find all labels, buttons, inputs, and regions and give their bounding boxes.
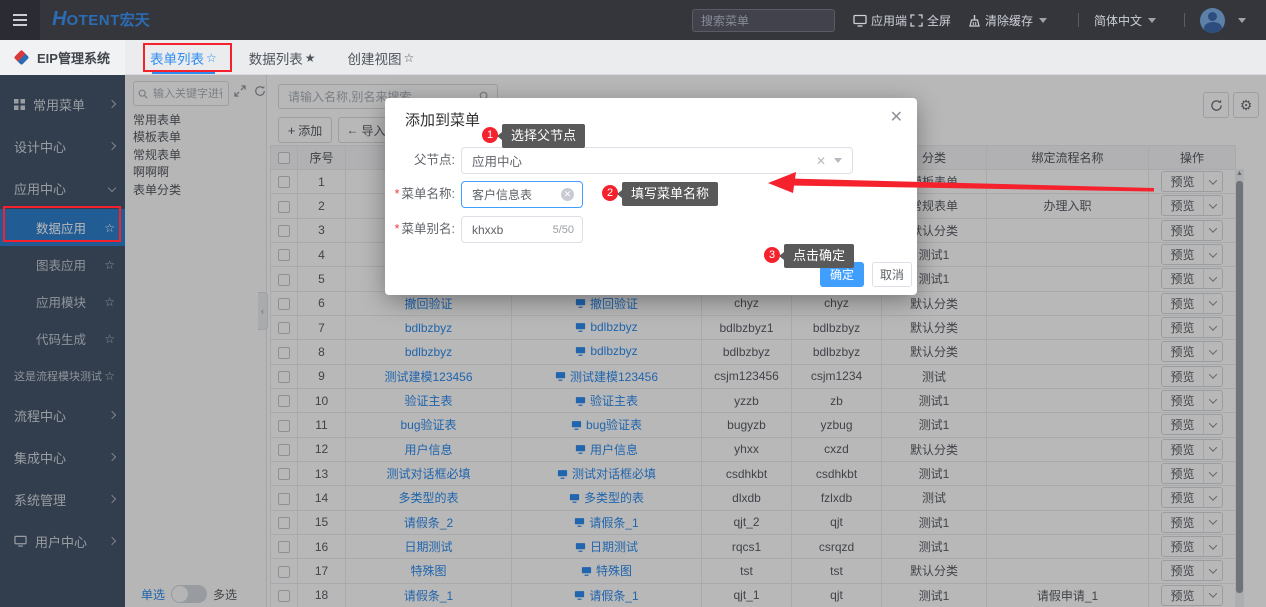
step-1-tooltip: 选择父节点 bbox=[502, 124, 585, 148]
star-icon[interactable]: ☆ bbox=[404, 51, 415, 65]
divider bbox=[1184, 13, 1185, 27]
parent-node-value: 应用中心 bbox=[472, 151, 522, 170]
char-counter: 5/50 bbox=[553, 224, 574, 236]
chevron-down-icon bbox=[1148, 18, 1156, 23]
logo-h: H bbox=[52, 8, 66, 30]
menu-alias-field: 5/50 bbox=[461, 216, 583, 243]
user-menu-caret-icon[interactable] bbox=[1238, 18, 1246, 23]
broom-icon bbox=[968, 14, 981, 27]
language-selector[interactable]: 简体中文 bbox=[1094, 0, 1156, 40]
user-avatar[interactable] bbox=[1200, 8, 1225, 33]
clear-icon[interactable]: ✕ bbox=[561, 188, 574, 201]
sidebar-collapse-icon[interactable] bbox=[0, 0, 40, 40]
app-client-label: 应用端 bbox=[871, 12, 907, 29]
menu-name-label: *菜单名称: bbox=[385, 181, 455, 208]
step-2-badge: 2 bbox=[602, 185, 618, 201]
app-logo-icon bbox=[14, 50, 30, 66]
chevron-down-icon[interactable] bbox=[834, 158, 842, 163]
app-client-button[interactable]: 应用端 bbox=[853, 0, 907, 40]
annotation-box-sidebar bbox=[3, 206, 121, 242]
tab-label: 创建视图 bbox=[348, 48, 402, 68]
menu-search-input[interactable] bbox=[699, 13, 858, 29]
tab-create-view[interactable]: 创建视图☆ bbox=[348, 40, 415, 75]
clear-cache-button[interactable]: 清除缓存 bbox=[968, 0, 1047, 40]
tab-label: 数据列表 bbox=[249, 48, 303, 68]
dialog-title: 添加到菜单 bbox=[405, 109, 480, 130]
parent-node-label: 父节点: bbox=[385, 147, 455, 174]
menu-search-box bbox=[692, 9, 835, 32]
fullscreen-label: 全屏 bbox=[927, 12, 951, 29]
step-1-badge: 1 bbox=[482, 127, 498, 143]
annotation-box-tab bbox=[143, 43, 232, 72]
logo-cn: 宏天 bbox=[120, 12, 150, 29]
star-icon[interactable]: ★ bbox=[305, 51, 316, 65]
tab-data-list[interactable]: 数据列表★ bbox=[249, 40, 316, 75]
top-bar: HOTENT宏天 应用端 全屏 清除缓存 简体中文 bbox=[0, 0, 1266, 40]
clear-cache-label: 清除缓存 bbox=[985, 12, 1033, 29]
cancel-button[interactable]: 取消 bbox=[872, 262, 912, 287]
close-icon[interactable]: ✕ bbox=[890, 107, 903, 127]
step-3-tooltip: 点击确定 bbox=[784, 244, 854, 268]
logo-text: OTENT bbox=[66, 12, 119, 29]
menu-alias-label: *菜单别名: bbox=[385, 216, 455, 243]
clear-icon[interactable]: ✕ bbox=[816, 154, 826, 168]
divider bbox=[1078, 13, 1079, 27]
app-window: HOTENT宏天 应用端 全屏 清除缓存 简体中文 bbox=[0, 0, 1266, 607]
fullscreen-button[interactable]: 全屏 bbox=[910, 0, 951, 40]
step-2-tooltip: 填写菜单名称 bbox=[622, 182, 718, 206]
logo: HOTENT宏天 bbox=[52, 8, 150, 31]
menu-name-input[interactable] bbox=[470, 187, 561, 203]
app-title: EIP管理系统 bbox=[0, 40, 125, 75]
step-3-badge: 3 bbox=[764, 247, 780, 263]
parent-node-select[interactable]: 应用中心 ✕ bbox=[461, 147, 853, 174]
app-title-label: EIP管理系统 bbox=[37, 48, 110, 67]
menu-name-field: ✕ bbox=[461, 181, 583, 208]
menu-alias-input[interactable] bbox=[470, 222, 549, 238]
language-label: 简体中文 bbox=[1094, 12, 1142, 29]
monitor-icon bbox=[853, 14, 867, 27]
chevron-down-icon bbox=[1039, 18, 1047, 23]
fullscreen-icon bbox=[910, 14, 923, 27]
